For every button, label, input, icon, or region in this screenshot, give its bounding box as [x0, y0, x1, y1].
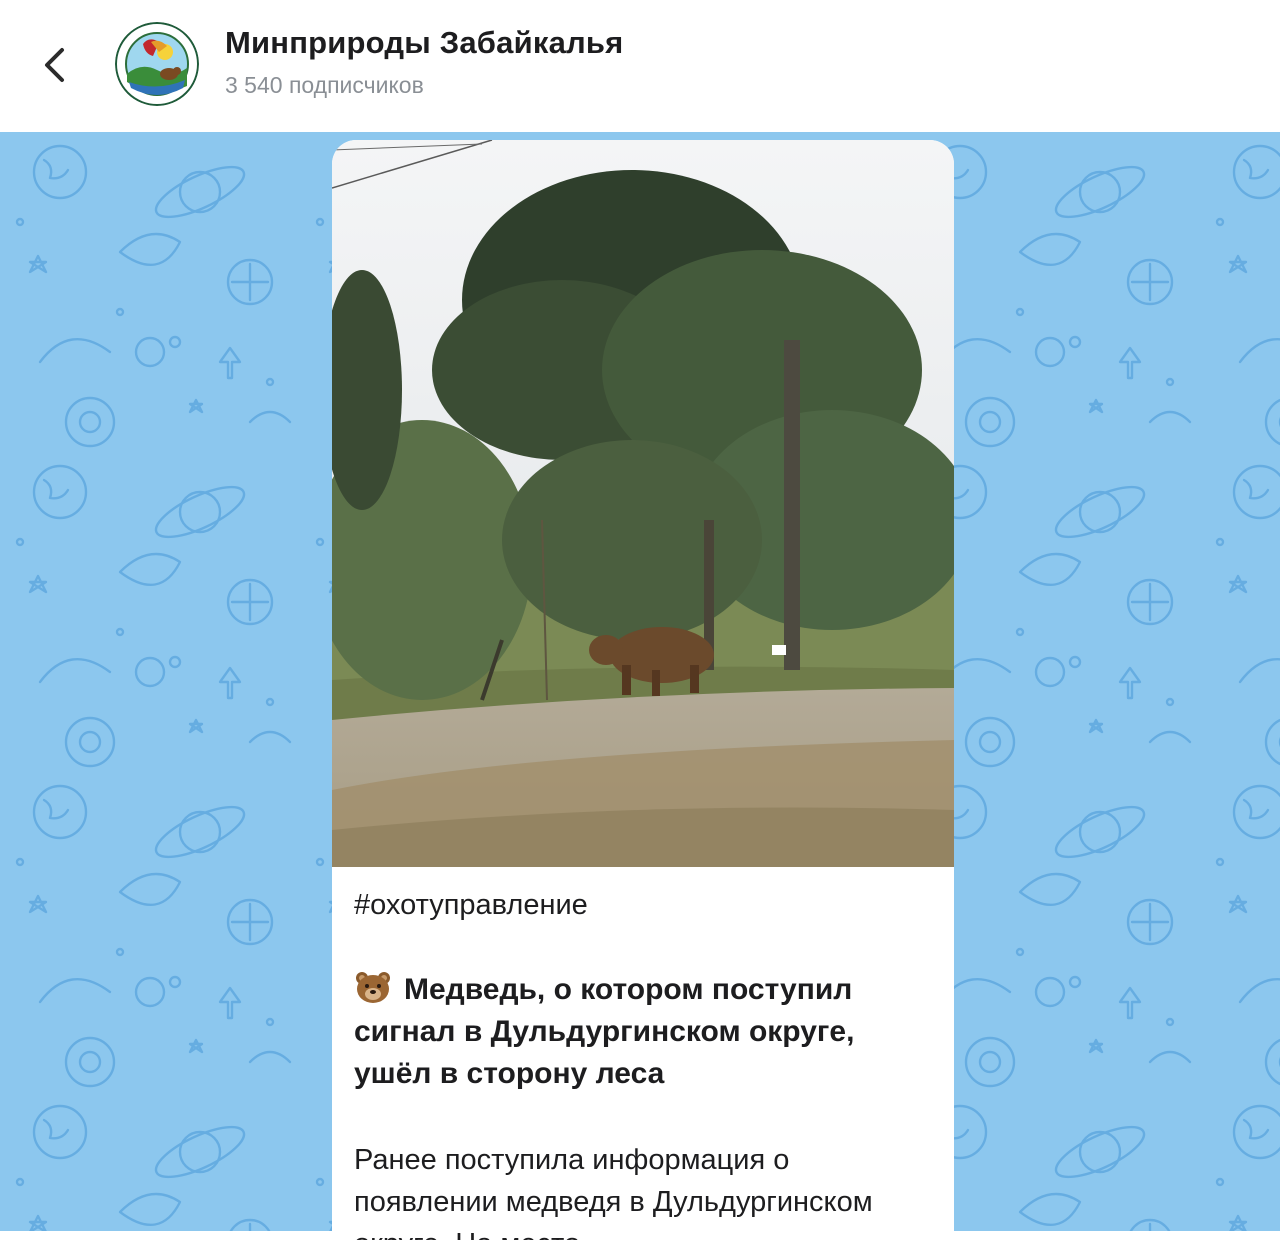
hashtag-link[interactable]: #охотуправление	[354, 885, 934, 925]
channel-avatar[interactable]	[115, 22, 199, 106]
headline-text: Медведь, о котором поступил сигнал в Дул…	[354, 973, 855, 1090]
post-body: Ранее поступила информация о появлении м…	[354, 1144, 873, 1240]
subscriber-count: 3 540 подписчиков	[225, 72, 424, 98]
bear-photo[interactable]	[332, 140, 954, 867]
bear-emoji-icon	[356, 972, 390, 1003]
post-text: #охотуправление Медведь, о котором посту…	[354, 885, 934, 1240]
channel-name[interactable]: Минприроды Забайкалья	[225, 25, 623, 61]
back-button[interactable]	[30, 40, 80, 90]
chat-header: Минприроды Забайкалья 3 540 подписчиков	[0, 0, 1280, 132]
back-arrow-icon	[45, 48, 64, 82]
post-headline: Медведь, о котором поступил сигнал в Дул…	[354, 969, 934, 1095]
channel-post: #охотуправление Медведь, о котором посту…	[332, 140, 954, 1240]
ministry-emblem-logo	[115, 22, 199, 106]
